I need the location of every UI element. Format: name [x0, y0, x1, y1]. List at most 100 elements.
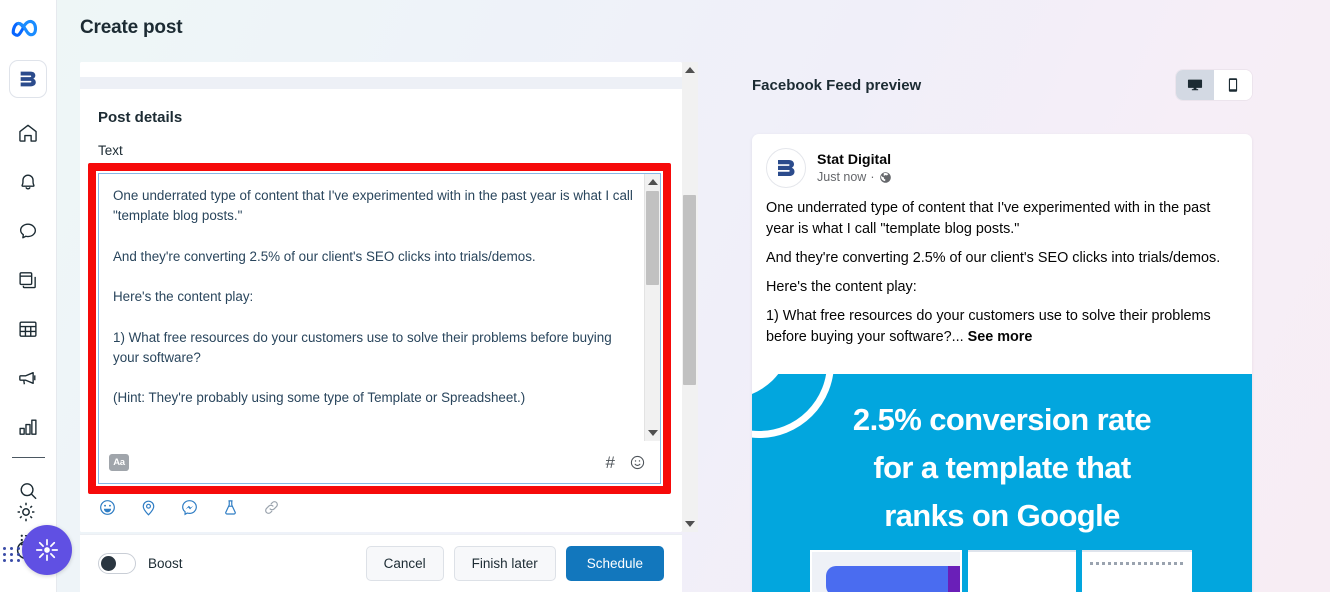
- post-header: Stat Digital Just now ·: [752, 134, 1252, 188]
- post-image[interactable]: 2.5% conversion rate for a template that…: [752, 374, 1252, 592]
- app-grid-icon[interactable]: [3, 547, 21, 562]
- mock-panel-right: [1082, 550, 1192, 592]
- footer-actions: Cancel Finish later Schedule: [365, 546, 664, 581]
- boost-toggle[interactable]: [98, 553, 136, 574]
- stat-digital-logo-icon: [20, 71, 36, 87]
- content-icon: [19, 272, 36, 289]
- post-submeta: Just now ·: [817, 170, 892, 184]
- link-icon[interactable]: [262, 498, 281, 517]
- desktop-preview-button[interactable]: [1176, 70, 1214, 100]
- ads-icon: [19, 371, 36, 385]
- post-image-mock-ui: [810, 550, 1200, 592]
- schedule-button[interactable]: Schedule: [565, 546, 664, 581]
- sidebar-item-content[interactable]: [8, 260, 48, 300]
- stat-digital-logo-icon: [778, 160, 795, 176]
- post-image-headline: 2.5% conversion rate for a template that…: [752, 396, 1252, 540]
- feeling-activity-icon[interactable]: [98, 498, 117, 517]
- composer-paragraph: 1) What free resources do your customers…: [113, 329, 612, 366]
- composer-scrollbar-thumb[interactable]: [646, 191, 659, 285]
- text-field-label: Text: [98, 143, 123, 158]
- sparkle-icon: [35, 538, 59, 562]
- mobile-preview-button[interactable]: [1214, 70, 1252, 100]
- rail-bottom-group: [0, 492, 72, 588]
- gear-icon: [17, 502, 35, 522]
- meta-separator: ·: [870, 170, 875, 184]
- messages-icon: [19, 223, 37, 239]
- mock-panel-middle: [968, 550, 1076, 592]
- post-timestamp: Just now: [817, 170, 867, 184]
- mobile-icon: [1228, 78, 1238, 92]
- experiment-icon[interactable]: [221, 498, 240, 517]
- notifications-icon: [21, 174, 35, 190]
- rail-divider: [11, 457, 45, 458]
- desktop-icon: [1187, 79, 1203, 91]
- left-nav-rail: [0, 0, 72, 592]
- composer-paragraph: And they're converting 2.5% of our clien…: [113, 248, 536, 264]
- sidebar-item-ads[interactable]: [8, 358, 48, 398]
- dialog-divider: [80, 77, 682, 89]
- see-more-link[interactable]: See more: [968, 329, 1033, 345]
- mock-purple-bar: [948, 566, 960, 592]
- avatar: [766, 148, 806, 188]
- attachment-toolbar: [98, 498, 281, 517]
- sidebar-item-insights[interactable]: [8, 407, 48, 447]
- preview-header: Facebook Feed preview: [752, 70, 1252, 100]
- sidebar-item-settings[interactable]: [14, 500, 38, 529]
- dialog-scrollbar-thumb[interactable]: [683, 195, 696, 385]
- composer-paragraph: Here's the content play:: [113, 289, 254, 305]
- mock-panel-left: [810, 550, 962, 592]
- facebook-post-preview: Stat Digital Just now · One underrated t…: [752, 134, 1252, 592]
- planner-icon: [19, 321, 37, 337]
- post-text-composer[interactable]: One underrated type of content that I've…: [98, 173, 661, 484]
- dialog-scrollbar-track[interactable]: [682, 62, 698, 532]
- post-body: One underrated type of content that I've…: [752, 188, 1252, 348]
- composer-scrollbar[interactable]: [644, 174, 660, 441]
- meta-logo[interactable]: [10, 16, 46, 45]
- post-paragraph: And they're converting 2.5% of our clien…: [766, 250, 1221, 266]
- post-paragraph: One underrated type of content that I've…: [766, 200, 1211, 237]
- sidebar-item-planner[interactable]: [8, 309, 48, 349]
- post-text-input[interactable]: One underrated type of content that I've…: [99, 174, 660, 441]
- preview-title: Facebook Feed preview: [752, 76, 922, 94]
- headline-line-1: 2.5% conversion rate: [852, 402, 1152, 437]
- composer-paragraph: One underrated type of content that I've…: [113, 188, 633, 224]
- composer-toolbar: Aa #: [99, 441, 660, 483]
- home-icon: [19, 124, 37, 142]
- insights-icon: [19, 419, 37, 435]
- emoji-icon: [630, 455, 645, 469]
- device-toggle: [1176, 70, 1252, 100]
- dialog-footer: Boost Cancel Finish later Schedule: [80, 534, 682, 592]
- post-meta: Stat Digital Just now ·: [817, 152, 892, 184]
- globe-icon: [879, 171, 891, 183]
- text-format-button[interactable]: Aa: [109, 453, 129, 471]
- sidebar-item-messages[interactable]: [8, 211, 48, 251]
- assistant-button[interactable]: [22, 525, 72, 575]
- location-icon[interactable]: [139, 498, 158, 517]
- page-title: Create post: [80, 17, 183, 38]
- finish-later-button[interactable]: Finish later: [453, 546, 556, 581]
- cancel-button[interactable]: Cancel: [365, 546, 444, 581]
- dialog-top-strip: [80, 62, 682, 77]
- post-author[interactable]: Stat Digital: [817, 152, 892, 169]
- create-post-screen: Create post Post details Text One underr…: [0, 0, 1330, 592]
- composer-paragraph: (Hint: They're probably using some type …: [113, 390, 526, 406]
- messenger-icon[interactable]: [180, 498, 199, 517]
- scroll-up-arrow-icon[interactable]: [685, 67, 695, 73]
- mock-dotted-line: [1090, 562, 1184, 565]
- headline-line-3: ranks on Google: [884, 498, 1120, 533]
- sidebar-item-notifications[interactable]: [8, 162, 48, 202]
- post-details-heading: Post details: [98, 109, 183, 126]
- scroll-down-arrow-icon[interactable]: [648, 430, 658, 436]
- sidebar-item-home[interactable]: [8, 113, 48, 153]
- composer-toolbar-actions: #: [606, 454, 646, 471]
- scroll-up-arrow-icon[interactable]: [648, 179, 658, 185]
- post-paragraph-truncated: 1) What free resources do your customers…: [766, 306, 1238, 348]
- composer-clip-mask: [99, 431, 660, 441]
- scroll-down-arrow-icon[interactable]: [685, 521, 695, 527]
- post-paragraph: Here's the content play:: [766, 279, 917, 295]
- headline-line-2: for a template that: [873, 450, 1131, 485]
- dialog-scrollbar[interactable]: [682, 62, 698, 532]
- mock-blue-bar: [826, 566, 954, 592]
- brand-logo-stat-digital[interactable]: [9, 60, 47, 98]
- hashtag-icon[interactable]: #: [606, 454, 615, 471]
